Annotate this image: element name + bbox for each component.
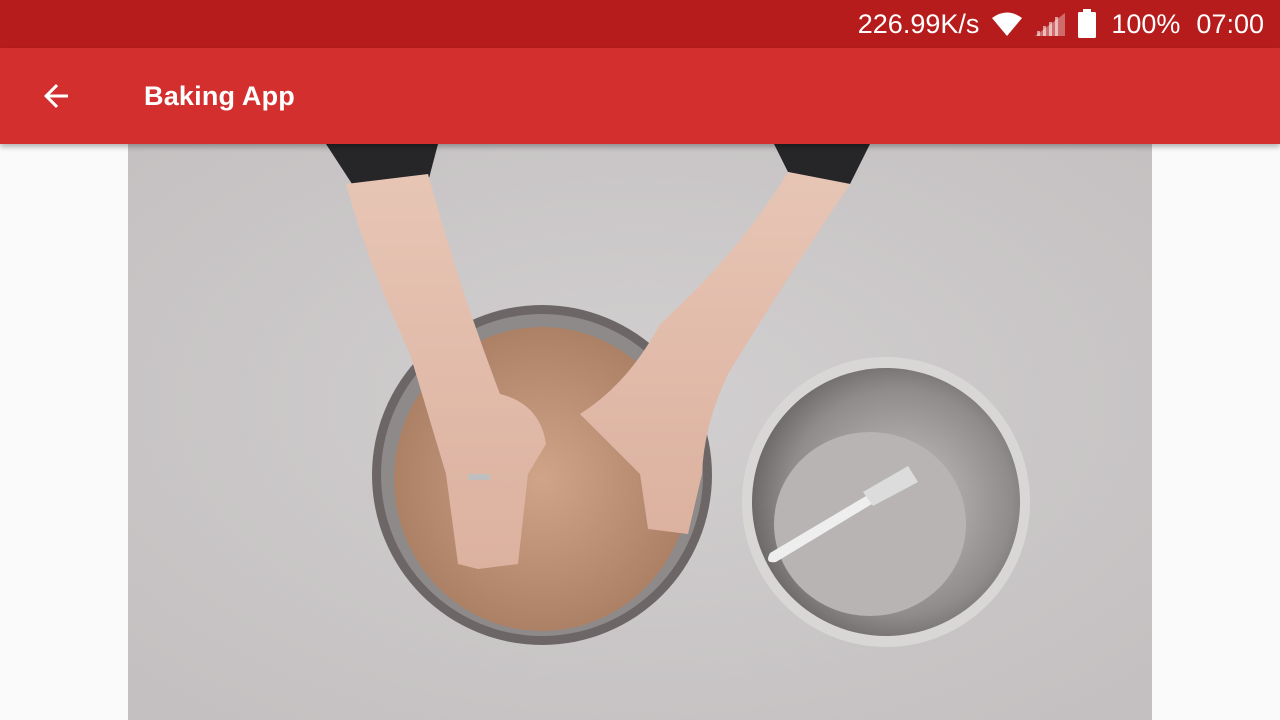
wifi-icon bbox=[991, 11, 1023, 37]
clock-text: 07:00 bbox=[1196, 8, 1264, 39]
network-speed-text: 226.99K/s bbox=[857, 8, 980, 39]
app-toolbar: Baking App bbox=[0, 48, 1280, 144]
back-button[interactable] bbox=[0, 48, 112, 144]
battery-percent-text: 100% bbox=[1111, 8, 1181, 39]
battery-icon bbox=[1077, 9, 1097, 39]
app-title: Baking App bbox=[144, 80, 296, 111]
signal-icon bbox=[1033, 11, 1067, 37]
video-player[interactable] bbox=[128, 144, 1152, 720]
arrow-left-icon bbox=[44, 84, 68, 108]
video-frame-image bbox=[128, 144, 1152, 720]
status-bar: 226.99K/s 100% 07:00 bbox=[0, 0, 1280, 48]
